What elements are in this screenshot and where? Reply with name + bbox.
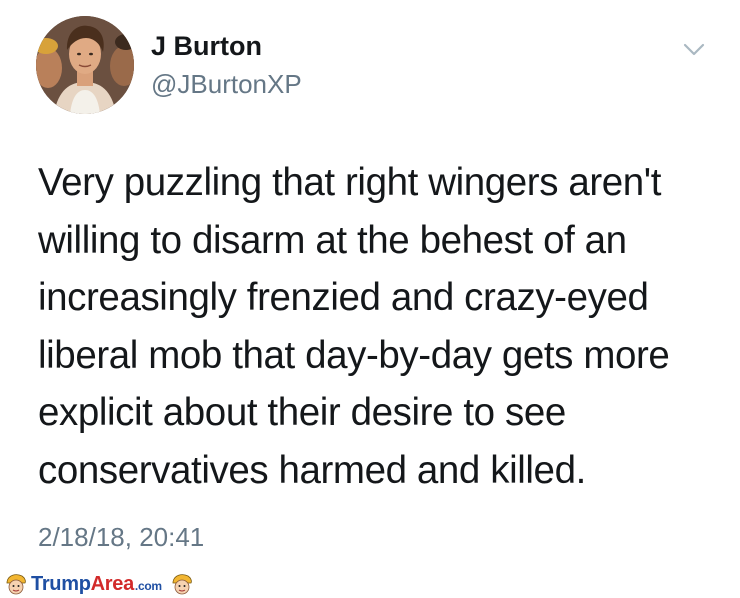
- avatar-photo: [36, 16, 134, 114]
- watermark-text: TrumpArea.com: [31, 573, 162, 596]
- tweet-timestamp[interactable]: 2/18/18, 20:41: [38, 522, 204, 553]
- avatar[interactable]: [36, 16, 134, 114]
- tweet-text-line: willing to disarm at the behest of an: [38, 218, 627, 262]
- cartoon-face-icon: [172, 574, 192, 595]
- tweet-text-line: Very puzzling that right wingers aren't: [38, 161, 662, 204]
- display-name[interactable]: J Burton: [151, 31, 262, 62]
- watermark: TrumpArea.com: [4, 571, 194, 597]
- tweet-text-line: increasingly frenzied and crazy-eyed: [38, 276, 649, 319]
- tweet-text-line: conservatives harmed and killed.: [38, 448, 586, 492]
- watermark-suffix: .com: [134, 578, 162, 593]
- tweet-text: Very puzzling that right wingers aren't …: [38, 154, 718, 499]
- cartoon-face-icon: [6, 574, 26, 595]
- watermark-part-area: Area: [90, 572, 135, 595]
- user-handle[interactable]: @JBurtonXP: [151, 69, 302, 100]
- tweet-text-line: explicit about their desire to see: [38, 391, 566, 434]
- chevron-down-icon[interactable]: [679, 34, 709, 64]
- tweet-text-line: liberal mob that day-by-day gets more: [38, 333, 670, 377]
- watermark-part-trump: Trump: [31, 572, 91, 595]
